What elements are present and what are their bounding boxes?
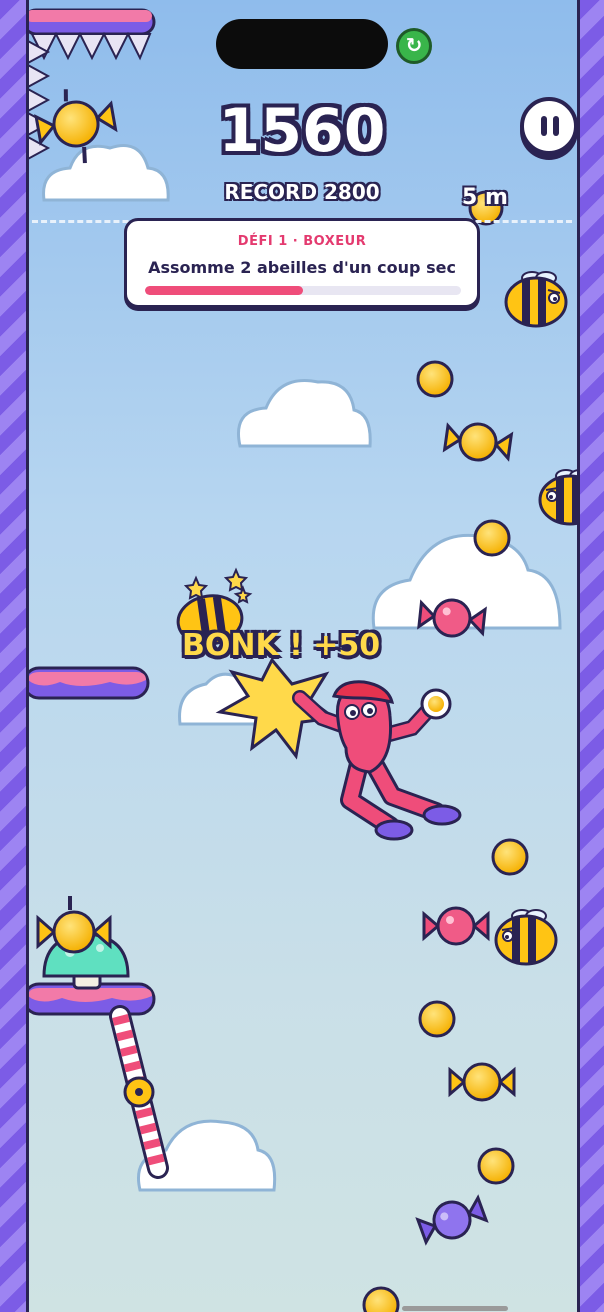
bee-enemy [494,909,558,966]
coin [362,1286,400,1312]
camera-notch [216,19,388,69]
coin [477,1147,515,1185]
coin [491,838,529,876]
candy-yellow [442,422,514,462]
challenge-progress-fill [145,286,303,295]
candy-yellow [448,1062,516,1102]
candy-purple [415,1194,489,1246]
bonk-score-popup: BONK ! +50 [182,628,381,663]
game-stage[interactable]: ↻ 1560 RECORD 2800 5 m DÉFI 1 · BOXEUR A… [0,0,604,1312]
height-label: 5 m [462,185,508,210]
cloud [237,379,372,448]
candy-pink [422,906,490,946]
record-label: RECORD 2800 [224,180,380,204]
bee-enemy [504,271,568,328]
restart-icon: ↻ [405,33,423,57]
platform [22,666,150,700]
challenge-title: DÉFI 1 · BOXEUR [237,234,367,249]
challenge-progress-bar [145,286,461,295]
restart-button[interactable]: ↻ [396,28,432,64]
coin [416,360,454,398]
pause-button[interactable] [520,97,578,155]
candy-cane-spinner [109,1005,169,1179]
home-indicator[interactable] [402,1306,508,1311]
score-counter: 1560 [218,96,386,166]
coin [418,1000,456,1038]
challenge-card: DÉFI 1 · BOXEUR Assomme 2 abeilles d'un … [124,218,480,308]
challenge-description: Assomme 2 abeilles d'un coup sec [148,258,456,277]
coin [473,519,511,557]
player-character [292,680,462,841]
